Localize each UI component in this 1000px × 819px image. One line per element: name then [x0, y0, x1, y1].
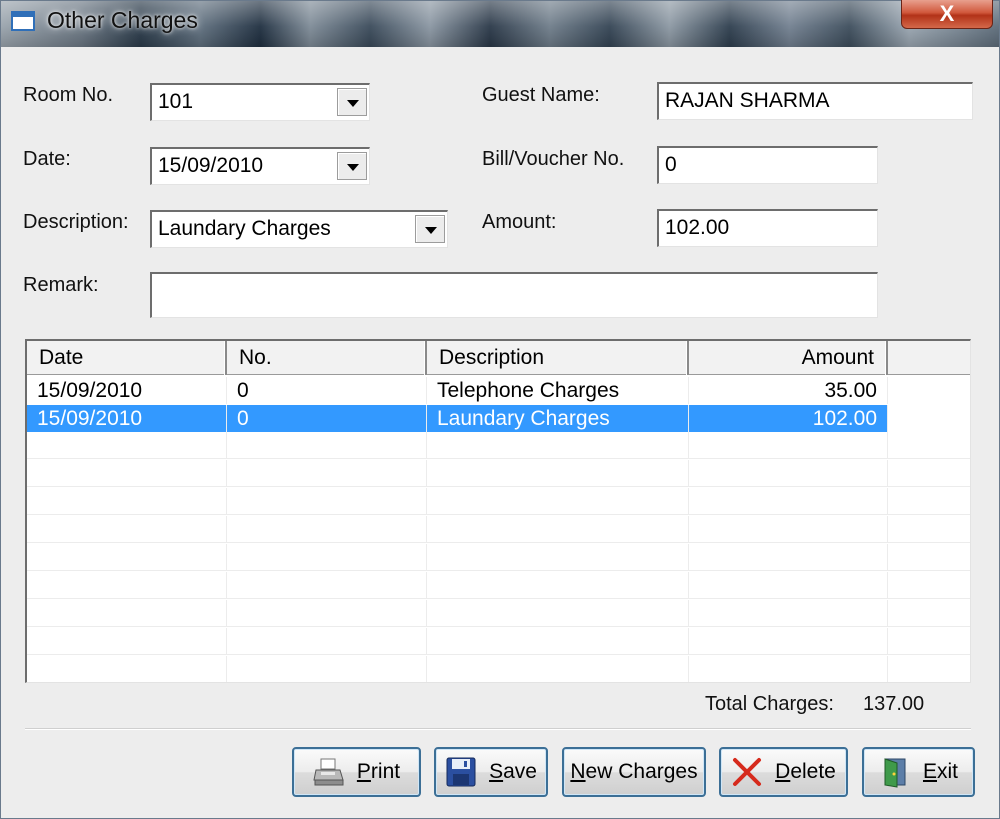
- total-charges-value: 137.00: [863, 693, 925, 715]
- column-header-filler: [888, 341, 970, 375]
- printer-icon: [313, 756, 345, 788]
- chevron-down-icon[interactable]: [337, 152, 367, 180]
- bill-voucher-label: Bill/Voucher No.: [482, 148, 625, 170]
- total-charges-label: Total Charges:: [705, 693, 834, 715]
- empty-row: [27, 516, 970, 543]
- cell-date: 15/09/2010: [27, 405, 227, 432]
- date-value: 15/09/2010: [158, 154, 264, 177]
- cell-amount: 35.00: [689, 377, 888, 404]
- remark-field[interactable]: [150, 272, 878, 318]
- amount-field[interactable]: 102.00: [657, 209, 878, 247]
- delete-button[interactable]: Delete: [719, 747, 848, 797]
- empty-row: [27, 572, 970, 599]
- delete-label: Delete: [775, 760, 836, 783]
- empty-row: [27, 488, 970, 515]
- amount-label: Amount:: [482, 211, 557, 233]
- empty-row: [27, 432, 970, 459]
- empty-row: [27, 628, 970, 655]
- empty-row: [27, 460, 970, 487]
- exit-door-icon: [879, 756, 911, 788]
- room-no-combo[interactable]: 101: [150, 83, 370, 121]
- description-value: Laundary Charges: [158, 217, 331, 240]
- new-charges-button[interactable]: New Charges: [562, 747, 706, 797]
- description-combo[interactable]: Laundary Charges: [150, 210, 448, 248]
- print-label: Print: [356, 760, 401, 783]
- bill-voucher-field[interactable]: 0: [657, 146, 878, 184]
- chevron-down-icon[interactable]: [337, 88, 367, 116]
- date-label: Date:: [23, 148, 71, 170]
- column-header-description[interactable]: Description: [427, 341, 689, 375]
- empty-row: [27, 656, 970, 682]
- new-charges-label: New Charges: [570, 760, 698, 783]
- column-header-amount[interactable]: Amount: [689, 341, 888, 375]
- divider: [25, 728, 971, 730]
- guest-name-field[interactable]: RAJAN SHARMA: [657, 82, 973, 120]
- guest-name-label: Guest Name:: [482, 84, 600, 106]
- exit-label: Exit: [922, 760, 958, 783]
- save-button[interactable]: Save: [434, 747, 548, 797]
- room-no-label: Room No.: [23, 84, 114, 106]
- empty-row: [27, 600, 970, 627]
- charges-grid[interactable]: Date No. Description Amount 15/09/2010 0…: [25, 339, 971, 683]
- cell-amount: 102.00: [689, 405, 888, 432]
- table-row[interactable]: 15/09/2010 0 Telephone Charges 35.00: [27, 377, 970, 404]
- column-header-no[interactable]: No.: [227, 341, 427, 375]
- cell-description: Telephone Charges: [427, 377, 689, 404]
- column-header-date[interactable]: Date: [27, 341, 227, 375]
- print-button[interactable]: Print: [292, 747, 421, 797]
- remark-label: Remark:: [23, 274, 99, 296]
- other-charges-window: Other Charges X Room No. 101 Date: 15/09…: [0, 0, 1000, 819]
- red-x-icon: [731, 756, 763, 788]
- grid-header: Date No. Description Amount: [27, 341, 970, 375]
- cell-date: 15/09/2010: [27, 377, 227, 404]
- floppy-disk-icon: [445, 756, 477, 788]
- date-picker[interactable]: 15/09/2010: [150, 147, 370, 185]
- cell-no: 0: [227, 405, 427, 432]
- close-button[interactable]: X: [901, 0, 993, 29]
- cell-no: 0: [227, 377, 427, 404]
- chevron-down-icon[interactable]: [415, 215, 445, 243]
- room-no-value: 101: [158, 90, 194, 113]
- empty-row: [27, 544, 970, 571]
- table-row-selected[interactable]: 15/09/2010 0 Laundary Charges 102.00: [27, 405, 970, 432]
- window-icon: [11, 11, 35, 31]
- title-bar[interactable]: Other Charges X: [1, 0, 999, 47]
- exit-button[interactable]: Exit: [862, 747, 975, 797]
- description-label: Description:: [23, 211, 129, 233]
- cell-description: Laundary Charges: [427, 405, 689, 432]
- save-label: Save: [489, 760, 537, 783]
- window-title: Other Charges: [47, 7, 198, 33]
